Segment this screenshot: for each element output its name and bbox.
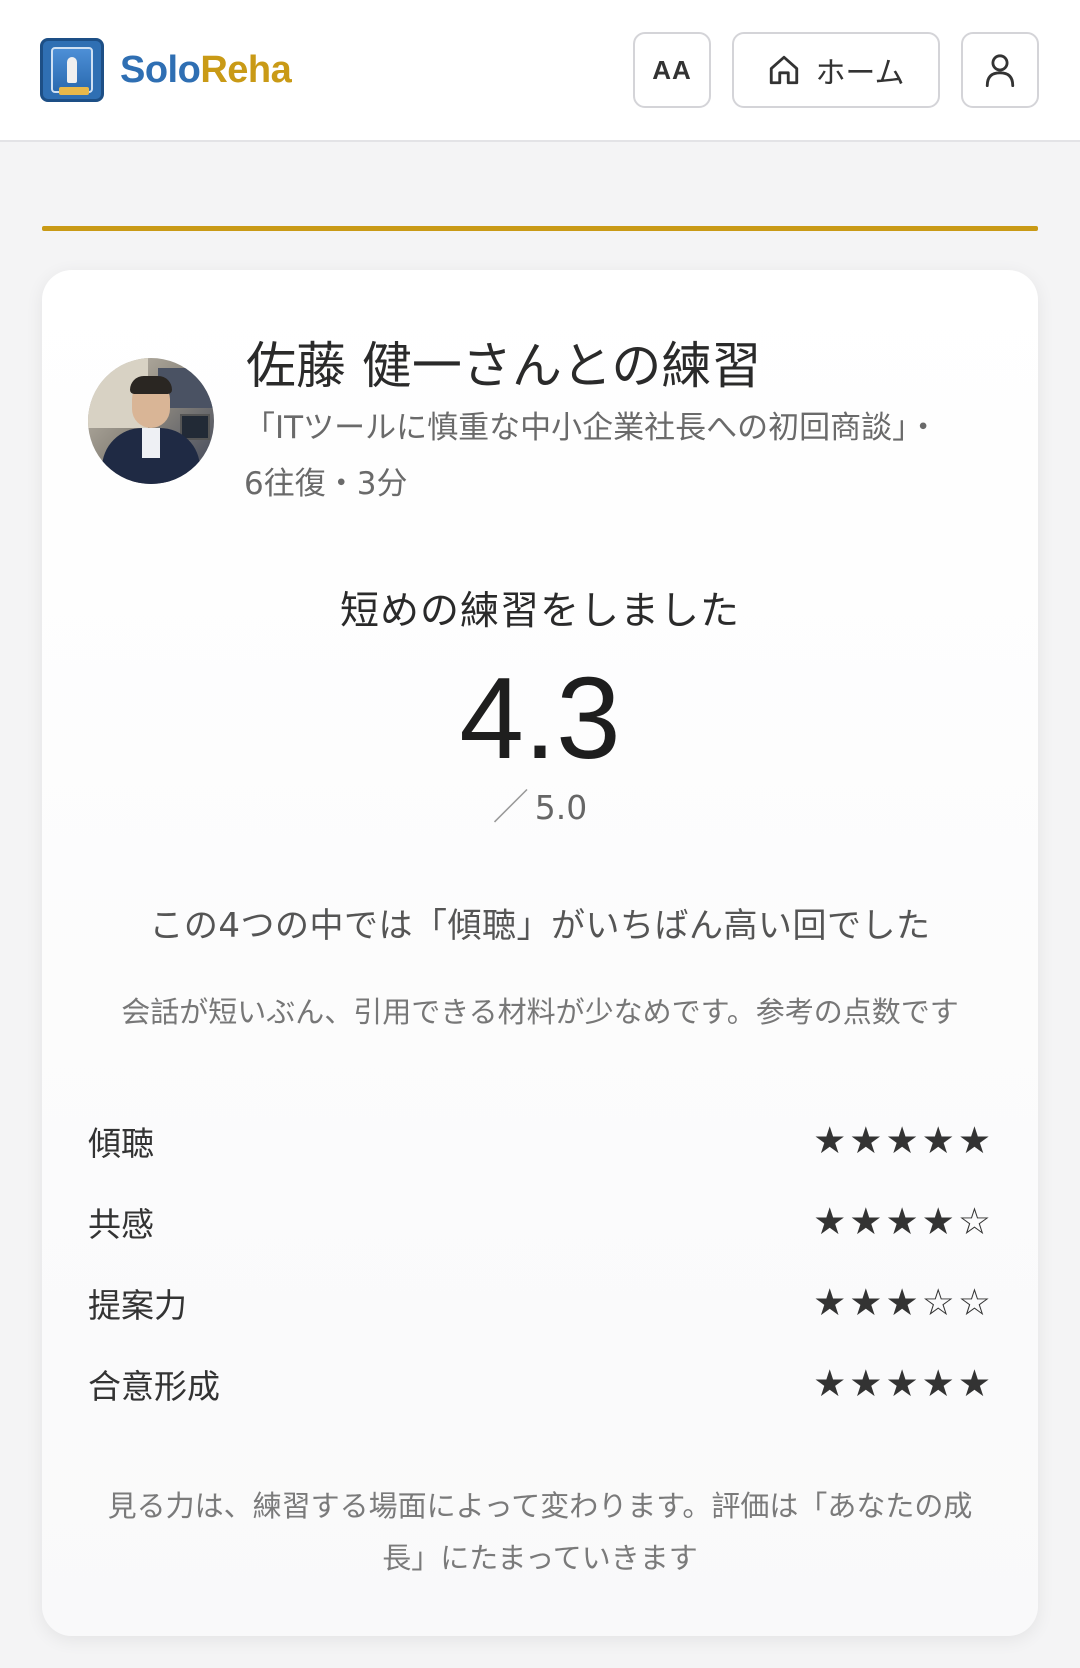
user-icon xyxy=(985,54,1015,88)
logo-icon xyxy=(40,38,104,102)
short-session-note: 会話が短いぶん、引用できる材料が少なめです。参考の点数です xyxy=(121,995,959,1029)
practice-subtitle: 「ITツールに慎重な中小企業社長への初回商談」・6往復・3分 xyxy=(244,410,939,502)
growth-note: 見る力は、練習する場面によって変わります。評価は「あなたの成長」にたまっていきま… xyxy=(107,1489,973,1575)
result-card: 佐藤 健一さんとの練習 「ITツールに慎重な中小企業社長への初回商談」・6往復・… xyxy=(42,270,1038,1636)
rating-stars: ★★★★★ xyxy=(813,1362,994,1405)
rating-row-agreement: 合意形成 ★★★★★ xyxy=(88,1343,994,1424)
font-size-button-label: AA xyxy=(652,54,692,85)
home-button-label: ホーム xyxy=(815,56,905,91)
rating-label: 合意形成 xyxy=(88,1366,220,1406)
result-headline: 短めの練習をしました xyxy=(339,589,740,634)
best-skill-summary: この4つの中では「傾聴」がいちばん高い回でした xyxy=(149,906,931,946)
rating-label: 共感 xyxy=(88,1204,154,1244)
skill-ratings: 傾聴 ★★★★★ 共感 ★★★★☆ 提案力 ★★★☆☆ 合意形成 ★★★★★ xyxy=(88,1100,994,1424)
max-score-value: 5.0 xyxy=(534,788,588,827)
rating-stars: ★★★☆☆ xyxy=(813,1281,994,1324)
rating-label: 提案力 xyxy=(88,1285,187,1325)
home-icon xyxy=(770,55,799,85)
rating-stars: ★★★★★ xyxy=(813,1119,994,1162)
rating-label: 傾聴 xyxy=(88,1123,154,1163)
rating-stars: ★★★★☆ xyxy=(813,1200,994,1243)
rating-row-listening: 傾聴 ★★★★★ xyxy=(88,1100,994,1181)
rating-row-empathy: 共感 ★★★★☆ xyxy=(88,1181,994,1262)
overall-score: 4.3 xyxy=(459,653,621,783)
font-size-button[interactable]: AA xyxy=(633,32,711,108)
brand-logo[interactable]: SoloReha xyxy=(40,38,292,102)
avatar xyxy=(88,358,214,484)
brand-name-solo: Solo xyxy=(120,48,201,91)
max-score: ／ 5.0 xyxy=(42,778,1038,830)
practice-title: 佐藤 健一さんとの練習 xyxy=(246,337,762,395)
brand-name-reha: Reha xyxy=(200,48,292,91)
brand-name: SoloReha xyxy=(120,48,292,92)
accent-divider xyxy=(42,226,1038,231)
max-score-slash: ／ xyxy=(492,787,529,828)
account-button[interactable] xyxy=(961,32,1039,108)
rating-row-proposal: 提案力 ★★★☆☆ xyxy=(88,1262,994,1343)
home-button[interactable]: ホーム xyxy=(732,32,940,108)
app-header: SoloReha AA ホーム xyxy=(0,0,1080,142)
